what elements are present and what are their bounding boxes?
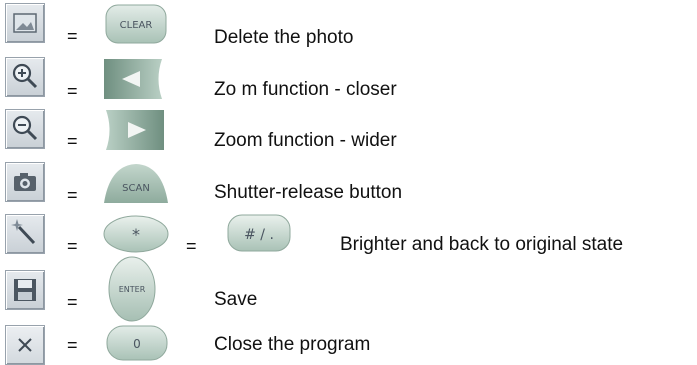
equals-sign: = bbox=[67, 335, 78, 355]
equals-sign: = bbox=[67, 185, 78, 205]
equals-sign: = bbox=[67, 236, 78, 256]
magic-wand-icon bbox=[5, 214, 45, 254]
zoom-in-icon bbox=[5, 57, 45, 97]
right-arrow-key bbox=[100, 108, 168, 152]
zero-key: 0 bbox=[104, 323, 170, 363]
clear-key: CLEAR bbox=[104, 2, 168, 46]
hash-key-label: # / . bbox=[244, 227, 274, 243]
equals-sign: = bbox=[67, 81, 78, 101]
equals-sign: = bbox=[67, 292, 78, 312]
scan-key: SCAN bbox=[100, 161, 172, 205]
hash-key: # / . bbox=[225, 212, 293, 256]
zoom-out-icon bbox=[5, 109, 45, 149]
enter-key-label: ENTER bbox=[119, 285, 146, 294]
description-shutter: Shutter-release button bbox=[214, 182, 403, 203]
camera-icon bbox=[5, 162, 45, 202]
equals-sign: = bbox=[186, 236, 197, 256]
star-key: * bbox=[101, 212, 171, 256]
description-save: Save bbox=[214, 289, 258, 310]
description-close: Close the program bbox=[214, 334, 371, 355]
scan-key-label: SCAN bbox=[122, 183, 150, 194]
zero-key-label: 0 bbox=[133, 337, 141, 351]
description-zoom-in: Zo m function - closer bbox=[214, 79, 397, 100]
close-icon bbox=[5, 325, 45, 365]
equals-sign: = bbox=[67, 26, 78, 46]
star-key-label: * bbox=[132, 225, 140, 244]
floppy-disk-icon bbox=[5, 270, 45, 310]
description-zoom-out: Zoom function - wider bbox=[214, 130, 397, 151]
equals-sign: = bbox=[67, 131, 78, 151]
clear-key-label: CLEAR bbox=[120, 20, 153, 31]
image-icon bbox=[5, 3, 45, 43]
enter-key: ENTER bbox=[106, 254, 158, 324]
description-delete: Delete the photo bbox=[214, 27, 354, 48]
left-arrow-key bbox=[100, 57, 168, 101]
description-brightness: Brighter and back to original state bbox=[340, 234, 624, 255]
